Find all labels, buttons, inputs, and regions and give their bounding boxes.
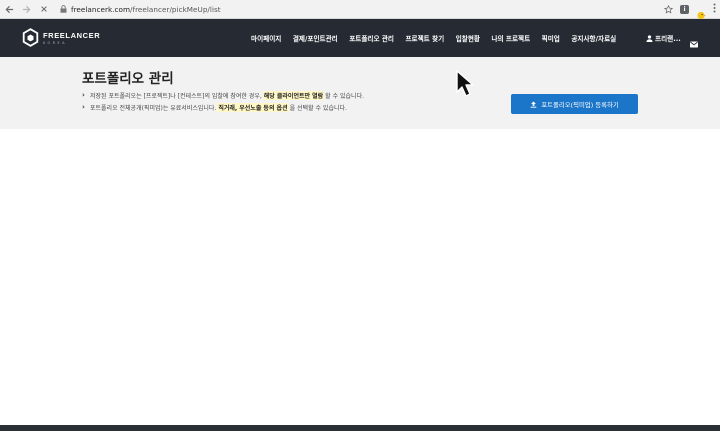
duck-extension-icon[interactable]	[696, 5, 706, 19]
nav-item-find-project[interactable]: 프로젝트 찾기	[405, 33, 444, 43]
logo-subtext: KOREA	[43, 40, 67, 45]
page-title: 포트폴리오 관리	[82, 71, 174, 87]
main-navigation: 마이페이지 결제/포인트관리 포트폴리오 관리 프로젝트 찾기 입찰현황 나의 …	[251, 19, 628, 57]
chevron-right-icon: ›	[82, 103, 85, 111]
nav-item-my-project[interactable]: 나의 프로젝트	[491, 33, 530, 43]
site-header: FREELANCER KOREA 마이페이지 결제/포인트관리 포트폴리오 관리…	[0, 19, 720, 57]
info-extension-icon[interactable]: i	[680, 5, 689, 14]
bookmark-star-icon[interactable]	[664, 5, 673, 14]
logo-wordmark: FREELANCER	[43, 30, 101, 40]
url-host: freelancerk.com	[71, 4, 131, 14]
site-logo[interactable]: FREELANCER KOREA	[22, 28, 100, 47]
forward-arrow-icon[interactable]	[18, 0, 35, 19]
nav-item-pickmeup[interactable]: 픽미업	[542, 33, 560, 43]
stop-loading-icon[interactable]	[35, 0, 52, 19]
highlight-text: 해당 클라이언트만 열람	[262, 90, 325, 100]
lock-icon	[58, 4, 68, 14]
nav-item-mypage[interactable]: 마이페이지	[251, 33, 281, 43]
hexagon-logo-icon	[22, 28, 39, 47]
notice-item: › 저장된 포트폴리오는 [프로젝트]나 [컨테스트]의 입찰에 참여한 경우,…	[82, 90, 364, 100]
chevron-right-icon: ›	[82, 91, 85, 99]
highlight-text: 직거래, 우선노출 등의 옵션	[217, 102, 289, 112]
page-header-section: 포트폴리오 관리 › 저장된 포트폴리오는 [프로젝트]나 [컨테스트]의 입찰…	[0, 57, 720, 129]
notice-list: › 저장된 포트폴리오는 [프로젝트]나 [컨테스트]의 입찰에 참여한 경우,…	[82, 89, 364, 113]
user-menu[interactable]: 프리랜...	[646, 19, 681, 57]
register-button-label: 포트폴리오(픽미업) 등록하기	[541, 100, 619, 109]
address-bar[interactable]: freelancerk.com/freelancer/pickMeUp/list	[71, 5, 221, 14]
nav-item-notice[interactable]: 공지사항/자료실	[571, 33, 616, 43]
envelope-icon[interactable]	[690, 33, 698, 48]
user-icon	[646, 34, 653, 42]
browser-menu-icon[interactable]	[713, 3, 716, 16]
register-portfolio-button[interactable]: 포트폴리오(픽미업) 등록하기	[511, 94, 638, 114]
browser-toolbar: freelancerk.com/freelancer/pickMeUp/list…	[0, 0, 720, 19]
upload-icon	[530, 100, 537, 108]
notice-item: › 포트폴리오 전체공개(픽미업)는 유료서비스입니다. 직거래, 우선노출 등…	[82, 102, 347, 112]
mouse-cursor-icon	[455, 69, 474, 99]
url-path: /freelancer/pickMeUp/list	[130, 4, 221, 14]
footer-strip	[0, 425, 720, 431]
back-arrow-icon[interactable]	[1, 0, 18, 19]
nav-item-bid-status[interactable]: 입찰현황	[456, 33, 480, 43]
nav-item-payment-points[interactable]: 결제/포인트관리	[293, 33, 338, 43]
user-name: 프리랜...	[655, 35, 681, 43]
nav-item-portfolio[interactable]: 포트폴리오 관리	[349, 33, 394, 43]
